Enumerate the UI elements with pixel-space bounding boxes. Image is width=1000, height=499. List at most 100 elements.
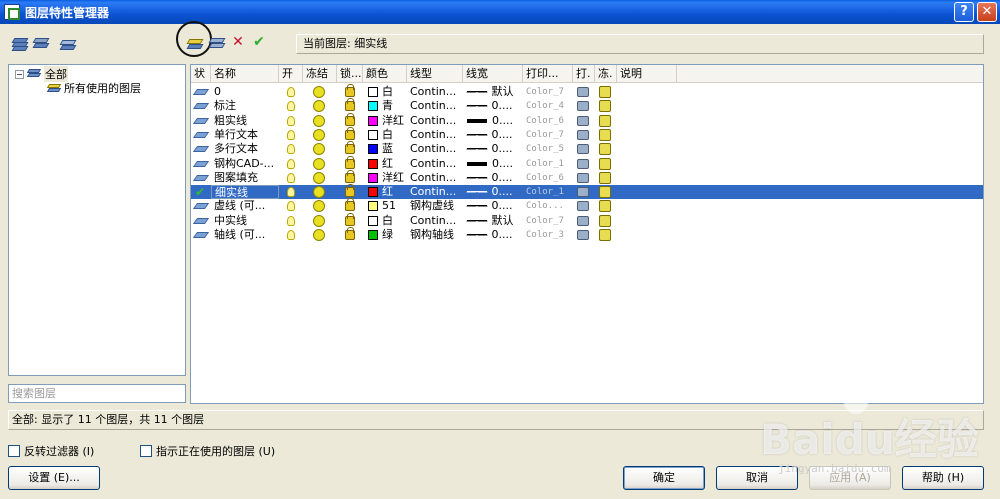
unlock-icon[interactable] xyxy=(345,169,355,183)
collapse-icon[interactable]: − xyxy=(15,69,24,79)
color-swatch[interactable] xyxy=(368,129,378,140)
color-swatch[interactable] xyxy=(368,230,378,240)
unlock-icon[interactable] xyxy=(345,227,355,240)
layer-row[interactable]: 标注 青 Contin... —— 0.... Color_4 xyxy=(191,98,983,113)
layer-name[interactable]: 图案填充 xyxy=(211,171,279,185)
color-swatch[interactable] xyxy=(368,144,378,155)
layer-name[interactable]: 轴线 (可... xyxy=(211,228,279,242)
layer-lineweight[interactable]: —— 0.... xyxy=(463,99,523,113)
checkbox-box[interactable] xyxy=(140,445,152,457)
column-header[interactable]: 打印... xyxy=(523,65,573,83)
unlock-icon[interactable] xyxy=(345,141,355,155)
on-bulb-icon[interactable] xyxy=(287,158,295,169)
on-bulb-icon[interactable] xyxy=(287,172,295,183)
column-header[interactable]: 开 xyxy=(279,65,303,83)
plot-printer-icon[interactable] xyxy=(577,158,589,169)
layer-linetype[interactable]: Contin... xyxy=(407,185,463,199)
plot-printer-icon[interactable] xyxy=(577,172,589,183)
unlock-icon[interactable] xyxy=(345,184,355,198)
column-header[interactable]: 锁... xyxy=(337,65,363,83)
unlock-icon[interactable] xyxy=(345,112,355,126)
color-swatch[interactable] xyxy=(368,187,378,198)
plot-printer-icon[interactable] xyxy=(577,187,589,198)
column-header[interactable]: 线型 xyxy=(407,65,463,83)
layer-row[interactable]: 中实线 白 Contin... —— 默认 Color_7 xyxy=(191,212,983,228)
new-vp-frozen-layer-icon[interactable] xyxy=(207,33,227,51)
column-header[interactable]: 名称 xyxy=(211,65,279,83)
filter-tree[interactable]: − 全部 所有使用的图层 xyxy=(8,64,186,376)
indicate-in-use-checkbox[interactable]: 指示正在使用的图层 (U) xyxy=(140,444,275,458)
unlock-icon[interactable] xyxy=(345,98,355,112)
layer-row[interactable]: ✔ 细实线 红 Contin... —— 0.... Color_1 xyxy=(191,184,983,200)
layer-color[interactable]: 绿 xyxy=(379,228,409,242)
new-vp-freeze-icon[interactable] xyxy=(599,143,611,156)
layer-linetype[interactable]: Contin... xyxy=(407,128,463,142)
unlock-icon[interactable] xyxy=(345,212,355,226)
freeze-sun-icon[interactable] xyxy=(313,229,325,241)
layer-name[interactable]: 钢构CAD-... xyxy=(211,157,279,171)
layer-lineweight[interactable]: 0.... xyxy=(489,157,523,171)
column-header[interactable]: 打. xyxy=(573,65,595,83)
freeze-sun-icon[interactable] xyxy=(313,200,325,213)
layer-linetype[interactable]: Contin... xyxy=(407,99,463,113)
on-bulb-icon[interactable] xyxy=(287,201,295,212)
layer-row[interactable]: 轴线 (可... 绿钢构轴线 —— 0.... Color_3 xyxy=(191,227,983,242)
freeze-sun-icon[interactable] xyxy=(313,186,325,199)
column-header[interactable]: 冻结 xyxy=(303,65,337,83)
layer-lineweight[interactable]: —— 默认 xyxy=(463,85,523,99)
new-vp-freeze-icon[interactable] xyxy=(599,200,611,213)
new-vp-freeze-icon[interactable] xyxy=(599,86,611,98)
on-bulb-icon[interactable] xyxy=(287,144,295,155)
layer-color[interactable]: 红 xyxy=(379,157,409,171)
layer-color[interactable]: 洋红 xyxy=(379,171,409,185)
layer-color[interactable]: 白 xyxy=(379,85,409,99)
on-bulb-icon[interactable] xyxy=(287,230,295,240)
plot-printer-icon[interactable] xyxy=(577,215,589,226)
layer-color[interactable]: 洋红 xyxy=(379,114,409,128)
layer-row[interactable]: 单行文本 白 Contin... —— 0.... Color_7 xyxy=(191,126,983,142)
on-bulb-icon[interactable] xyxy=(287,187,295,198)
layer-linetype[interactable]: 钢构虚线 xyxy=(407,199,463,213)
freeze-sun-icon[interactable] xyxy=(313,100,325,113)
settings-button[interactable]: 设置 (E)... xyxy=(8,466,100,490)
layer-name[interactable]: 虚线 (可... xyxy=(211,199,279,213)
plot-printer-icon[interactable] xyxy=(577,129,589,140)
layer-row[interactable]: 粗实线 洋红 Contin... 0.... Color_6 xyxy=(191,112,983,128)
freeze-sun-icon[interactable] xyxy=(313,157,325,170)
freeze-sun-icon[interactable] xyxy=(313,86,325,98)
layer-lineweight[interactable]: —— 默认 xyxy=(463,214,523,228)
column-header[interactable]: 线宽 xyxy=(463,65,523,83)
layer-row[interactable]: 虚线 (可... 51 钢构虚线 —— 0.... Colo... xyxy=(191,198,983,213)
layer-color[interactable]: 红 xyxy=(379,185,409,199)
search-layers-input[interactable]: 搜索图层 xyxy=(8,384,186,403)
layer-name[interactable]: 单行文本 xyxy=(211,128,279,142)
layer-lineweight[interactable]: —— 0.... xyxy=(463,128,523,142)
invert-filter-checkbox[interactable]: 反转过滤器 (I) xyxy=(8,444,94,458)
plot-printer-icon[interactable] xyxy=(577,201,589,212)
layer-linetype[interactable]: Contin... xyxy=(407,171,463,185)
layer-row[interactable]: 图案填充 洋红 Contin... —— 0.... Color_6 xyxy=(191,169,983,185)
delete-layer-icon[interactable]: ✕ xyxy=(228,33,248,51)
column-header[interactable]: 说明 xyxy=(617,65,677,83)
layer-name[interactable]: 细实线 xyxy=(211,185,279,200)
unlock-icon[interactable] xyxy=(345,126,355,140)
layer-lineweight[interactable]: —— 0.... xyxy=(463,171,523,185)
freeze-sun-icon[interactable] xyxy=(313,128,325,141)
new-property-filter-icon[interactable] xyxy=(10,34,30,52)
plot-printer-icon[interactable] xyxy=(577,115,589,126)
layer-linetype[interactable]: Contin... xyxy=(407,142,463,156)
layer-color[interactable]: 青 xyxy=(379,99,409,113)
layer-linetype[interactable]: 钢构轴线 xyxy=(407,228,463,242)
color-swatch[interactable] xyxy=(368,201,378,212)
new-vp-freeze-icon[interactable] xyxy=(599,100,611,113)
on-bulb-icon[interactable] xyxy=(287,101,295,112)
new-vp-freeze-icon[interactable] xyxy=(599,157,611,170)
set-current-icon[interactable]: ✔ xyxy=(249,33,269,51)
layer-linetype[interactable]: Contin... xyxy=(407,85,463,99)
unlock-icon[interactable] xyxy=(345,198,355,212)
layer-color[interactable]: 蓝 xyxy=(379,142,409,156)
column-header[interactable]: 冻. xyxy=(595,65,617,83)
layer-lineweight[interactable]: 0.... xyxy=(489,114,523,128)
close-button[interactable]: ✕ xyxy=(977,2,997,22)
layer-list[interactable]: 状名称开冻结 锁... 颜色 线型 线宽 打印... 打. 冻. 说明 0 白 Contin... —… xyxy=(190,64,984,404)
